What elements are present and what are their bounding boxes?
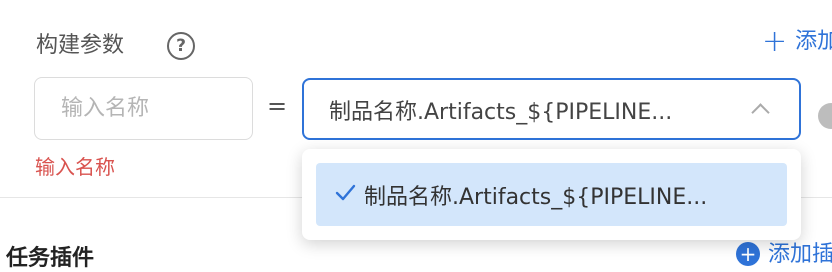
help-icon[interactable]: ? <box>167 32 195 60</box>
select-value: 制品名称.Artifacts_${PIPELINE... <box>329 100 673 125</box>
plus-circle-icon: + <box>736 242 760 266</box>
remove-param-icon[interactable] <box>818 103 832 129</box>
select-dropdown: 制品名称.Artifacts_${PIPELINE... <box>302 149 801 240</box>
add-param-label: 添加 <box>795 29 832 54</box>
add-param-button[interactable]: + 添加 <box>762 26 832 58</box>
param-value-select[interactable]: 制品名称.Artifacts_${PIPELINE... <box>302 78 801 140</box>
add-plugin-label: 添加插件 <box>768 242 832 267</box>
task-plugins-label: 任务插件 <box>6 246 95 271</box>
build-params-label: 构建参数 <box>36 33 125 58</box>
dropdown-option[interactable]: 制品名称.Artifacts_${PIPELINE... <box>316 163 787 226</box>
check-icon <box>335 184 356 201</box>
name-error-message: 输入名称 <box>35 155 115 179</box>
chevron-up-icon <box>751 103 770 122</box>
dropdown-option-label: 制品名称.Artifacts_${PIPELINE... <box>364 185 708 210</box>
param-name-input[interactable] <box>34 77 253 140</box>
equals-sign: = <box>267 92 288 120</box>
add-plugin-button[interactable]: + 添加插件 <box>736 236 832 268</box>
plus-icon: + <box>762 24 788 59</box>
